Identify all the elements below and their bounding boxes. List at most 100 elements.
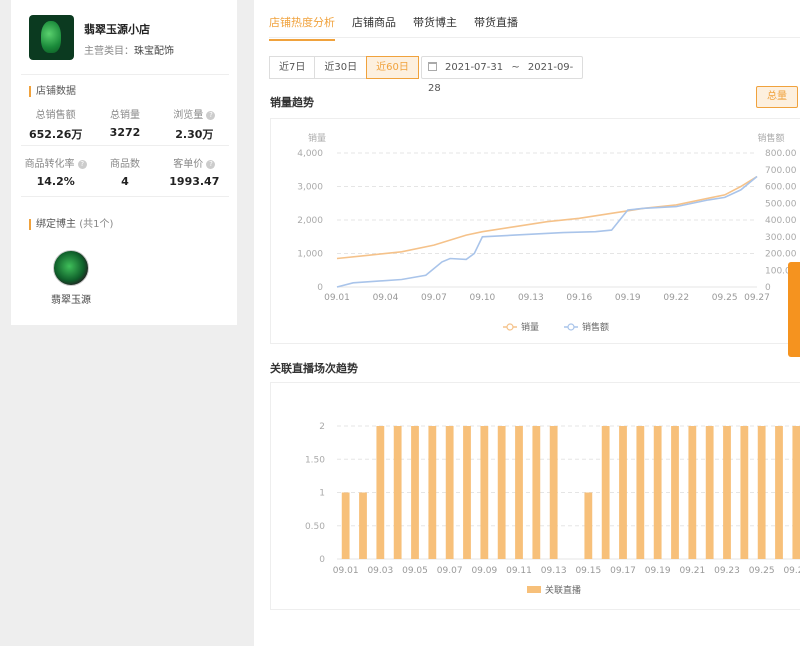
bar [792, 426, 800, 559]
x-tick-label: 09.15 [575, 566, 601, 576]
shop-sidebar: 翡翠玉源小店 主营类目：珠宝配饰 店铺数据 总销售额 652.26万 总销量 3… [11, 0, 237, 325]
legend-label: 销售额 [582, 321, 609, 333]
stats-row-2: 商品转化率 ? 14.2% 商品数 4 客单价 ? 1993.47 [21, 155, 229, 188]
x-tick-label: 09.01 [333, 566, 359, 576]
help-icon[interactable]: ? [206, 160, 216, 169]
date-range-picker[interactable]: 2021-07-31 ~ 2021-09-28 [421, 56, 583, 94]
blogger-avatar[interactable] [53, 250, 89, 286]
blogger-name[interactable]: 翡翠玉源 [51, 291, 91, 306]
y-tick-label: 1 [319, 489, 325, 499]
x-tick-label: 09.19 [645, 566, 671, 576]
divider [21, 74, 229, 75]
store-data-title: 店铺数据 [29, 86, 76, 97]
sales-trend-chart: 销量 销售额01,0002,0003,0004,0000100.00200.003… [297, 132, 797, 333]
bar [740, 426, 749, 559]
bound-blogger-title: 绑定博主 (共1个) [29, 219, 113, 230]
stat-label: 商品数 [109, 159, 140, 170]
bar [393, 426, 402, 559]
bound-blogger-count: (共1个) [79, 219, 114, 230]
y-tick-label: 1.50 [305, 455, 325, 465]
calendar-icon [428, 62, 437, 71]
y-tick-label: 0 [319, 555, 325, 565]
bar [411, 426, 419, 559]
range-selector: 近7日 近30日 近60日 [269, 56, 419, 79]
stat-value: 14.2% [36, 175, 75, 188]
stat-value: 2.30万 [175, 128, 214, 141]
y2-tick-label: 500.00 [765, 199, 797, 209]
x-tick-label: 09.19 [615, 293, 641, 303]
shop-header: 翡翠玉源小店 主营类目：珠宝配饰 [29, 15, 174, 60]
bar [653, 426, 662, 559]
bar [584, 492, 593, 559]
stat-product-count: 商品数 4 [90, 155, 159, 188]
shop-category-value: 珠宝配饰 [134, 46, 174, 57]
date-separator: ~ [511, 62, 520, 73]
x-tick-label: 09.27 [744, 293, 770, 303]
x-tick-label: 09.09 [471, 566, 497, 576]
x-tick-label: 09.25 [712, 293, 738, 303]
stat-avg-order-value: 客单价 ? 1993.47 [160, 155, 229, 188]
y2-tick-label: 200.00 [765, 250, 797, 260]
y2-tick-label: 300.00 [765, 233, 797, 243]
series-line-1 [336, 175, 758, 288]
y2-tick-label: 700.00 [765, 166, 797, 176]
y-tick-label: 1,000 [297, 250, 323, 260]
x-tick-label: 09.01 [324, 293, 350, 303]
main-content: 店铺热度分析 店铺商品 带货博主 带货直播 近7日 近30日 近60日 2021… [254, 0, 800, 646]
range-7-days-button[interactable]: 近7日 [269, 56, 316, 79]
divider [21, 145, 229, 146]
bar [723, 426, 731, 559]
x-tick-label: 09.17 [610, 566, 636, 576]
stat-label: 商品转化率 [24, 159, 75, 170]
tab-underline [269, 37, 800, 38]
bar [688, 426, 697, 559]
bar [341, 492, 350, 559]
x-tick-label: 09.03 [367, 566, 393, 576]
bar [359, 492, 367, 559]
total-button[interactable]: 总量 [756, 86, 798, 108]
stat-value: 652.26万 [28, 128, 83, 141]
y-axis-label: 销量 [308, 132, 326, 144]
x-tick-label: 09.07 [437, 566, 463, 576]
range-30-days-button[interactable]: 近30日 [314, 56, 368, 79]
stat-label: 总销量 [109, 110, 140, 121]
stat-total-sales-amount: 总销售额 652.26万 [21, 106, 90, 142]
x-tick-label: 09.07 [421, 293, 447, 303]
legend-label: 销量 [521, 321, 539, 333]
sales-trend-title: 销量趋势 [270, 96, 314, 109]
stat-label: 浏览量 [173, 110, 204, 121]
bar [671, 426, 679, 559]
range-60-days-button[interactable]: 近60日 [366, 56, 419, 79]
bar [515, 426, 523, 559]
divider [21, 196, 229, 197]
y-tick-label: 3,000 [297, 183, 323, 193]
bar [636, 426, 645, 559]
shop-name[interactable]: 翡翠玉源小店 [84, 21, 174, 37]
stat-page-views: 浏览量 ? 2.30万 [160, 106, 229, 142]
stat-value: 1993.47 [169, 175, 220, 188]
y-tick-label: 4,000 [297, 149, 323, 159]
floating-side-tab[interactable] [788, 262, 800, 357]
live-sessions-panel: 0 0.50 1 1.50 2 09.01 09.03 09.05 09.07 09.09 09.1… [270, 382, 800, 610]
bar [497, 426, 506, 559]
bound-blogger-label: 绑定博主 [36, 219, 76, 230]
x-tick-label: 09.13 [518, 293, 544, 303]
x-tick-label: 09.10 [470, 293, 496, 303]
shop-logo[interactable] [29, 15, 74, 60]
bar [619, 426, 627, 559]
bar [463, 426, 471, 559]
help-icon[interactable]: ? [206, 111, 216, 120]
y2-tick-label: 600.00 [765, 183, 797, 193]
y2-tick-label: 0 [765, 283, 771, 293]
bar [549, 426, 558, 559]
stat-total-sales-count: 总销量 3272 [90, 106, 159, 142]
x-tick-label: 09.04 [373, 293, 399, 303]
bar [757, 426, 766, 559]
date-start: 2021-07-31 [445, 62, 504, 73]
legend-marker [506, 323, 514, 331]
y-tick-label: 0 [317, 283, 323, 293]
stats-row-1: 总销售额 652.26万 总销量 3272 浏览量 ? 2.30万 [21, 106, 229, 142]
live-sessions-chart: 0 0.50 1 1.50 2 09.01 09.03 09.05 09.07 09.09 09.1… [305, 422, 800, 596]
x-tick-label: 09.21 [679, 566, 705, 576]
help-icon[interactable]: ? [77, 160, 87, 169]
